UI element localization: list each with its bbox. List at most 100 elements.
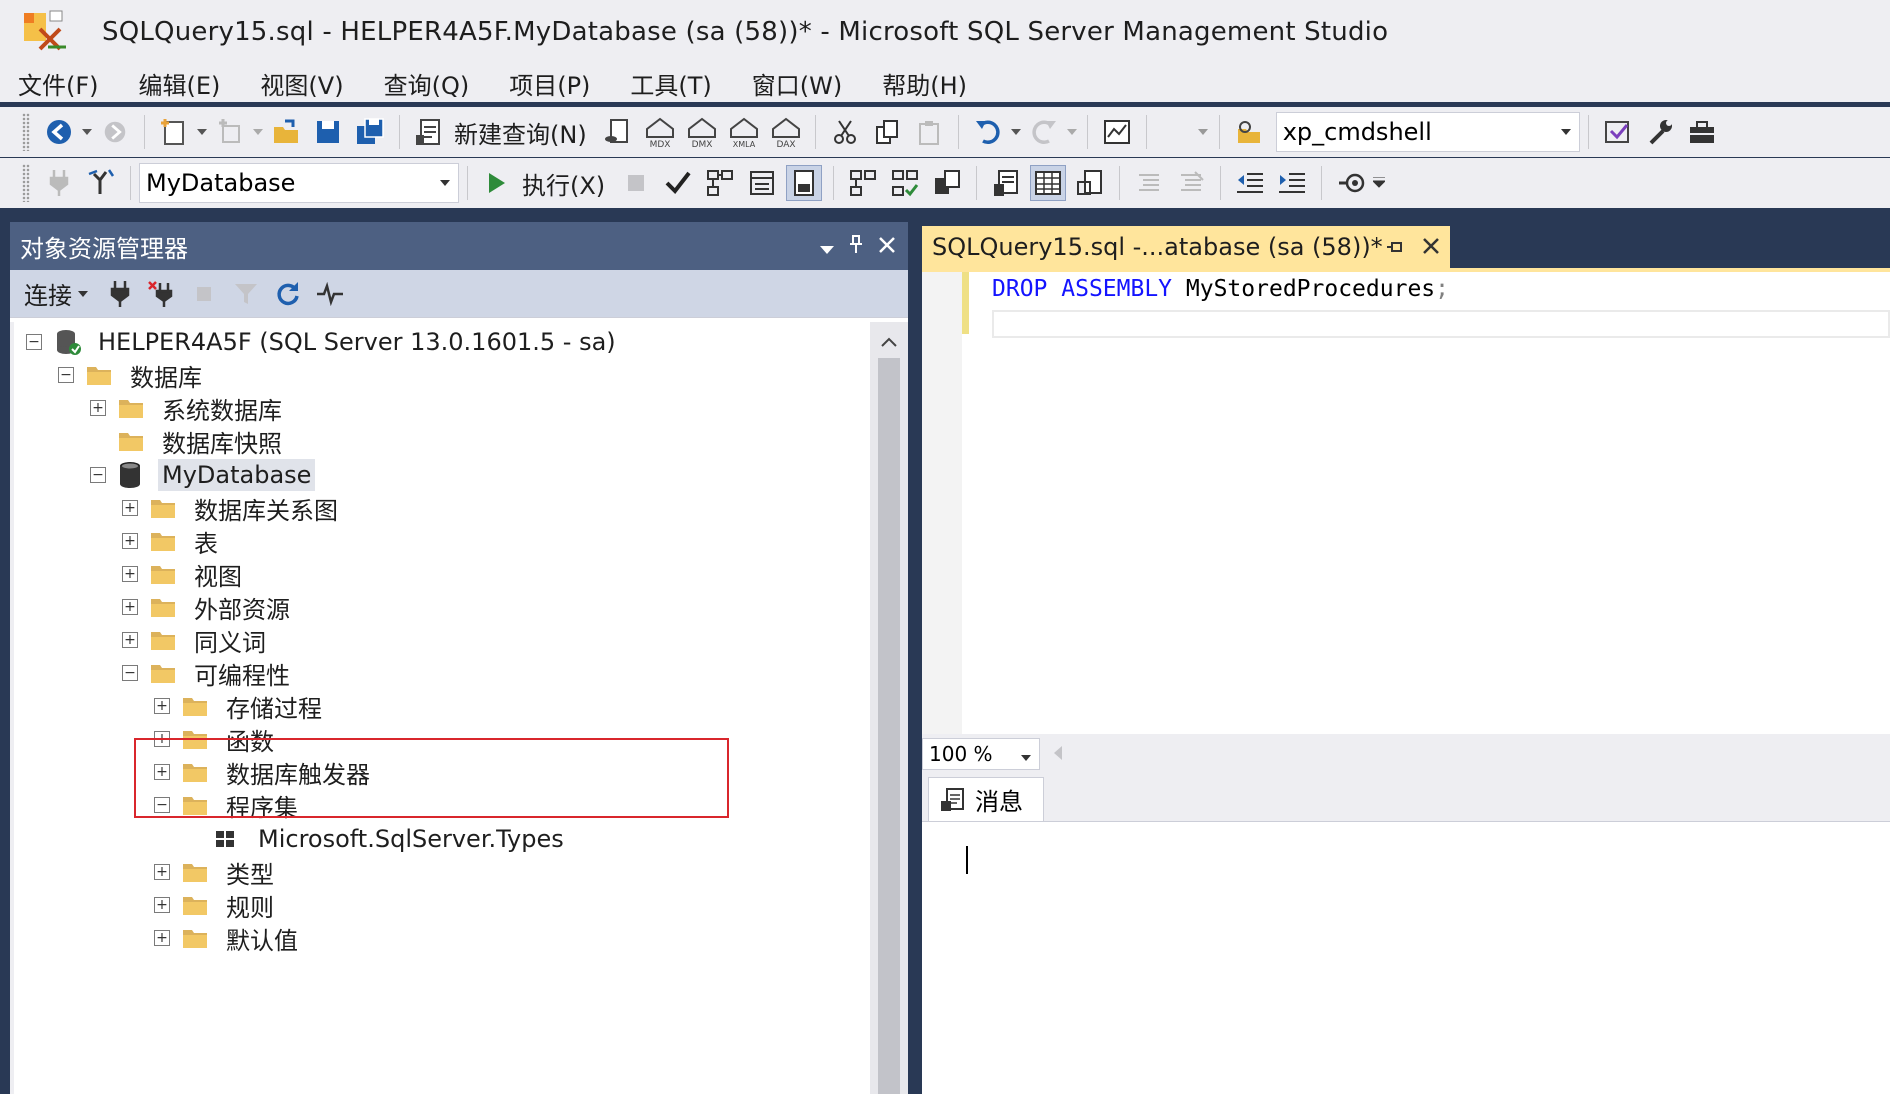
back-icon[interactable] [41, 114, 77, 150]
disconnect-icon[interactable] [144, 276, 180, 312]
menu-window[interactable]: 窗口(W) [752, 66, 842, 101]
toolbar-overflow-icon[interactable] [1372, 165, 1386, 201]
save-all-icon[interactable] [352, 114, 388, 150]
expand-icon[interactable]: + [154, 764, 170, 780]
chevron-down-icon[interactable] [1560, 113, 1571, 151]
zoom-combo[interactable]: 100 % [922, 738, 1040, 770]
toolbox-icon[interactable] [1684, 114, 1720, 150]
expand-icon[interactable]: + [154, 930, 170, 946]
intellisense-enabled-icon[interactable] [786, 165, 823, 201]
comment-out-icon[interactable] [1131, 165, 1167, 201]
live-query-stats-icon[interactable] [887, 165, 923, 201]
close-icon[interactable] [878, 232, 896, 260]
scroll-left-icon[interactable] [1054, 745, 1062, 764]
back-dropdown-icon[interactable] [80, 114, 94, 150]
expand-icon[interactable]: + [122, 533, 138, 549]
include-actual-plan-icon[interactable] [845, 165, 881, 201]
new-project-icon[interactable] [156, 114, 192, 150]
copy-icon[interactable] [869, 114, 905, 150]
expand-icon[interactable]: + [122, 500, 138, 516]
chevron-down-icon[interactable] [440, 164, 450, 202]
cut-icon[interactable] [827, 114, 863, 150]
properties-wrench-icon[interactable] [1642, 114, 1678, 150]
forward-icon[interactable] [97, 114, 133, 150]
expand-icon[interactable]: + [122, 566, 138, 582]
dmx-query-icon[interactable]: DMX [684, 114, 720, 150]
add-item-icon[interactable] [212, 114, 248, 150]
undo-icon[interactable] [970, 114, 1006, 150]
results-to-grid-icon[interactable] [1030, 165, 1067, 201]
results-to-file-icon[interactable] [1072, 165, 1108, 201]
expand-icon[interactable]: + [122, 599, 138, 615]
cancel-query-icon[interactable] [618, 165, 654, 201]
undo-dropdown-icon[interactable] [1009, 114, 1023, 150]
save-icon[interactable] [310, 114, 346, 150]
open-file-icon[interactable] [268, 114, 304, 150]
menu-tools[interactable]: 工具(T) [630, 66, 711, 101]
refresh-icon[interactable] [270, 276, 306, 312]
find-in-files-icon[interactable] [1231, 114, 1267, 150]
collapse-icon[interactable]: − [58, 367, 74, 383]
collapse-icon[interactable]: − [122, 665, 138, 681]
specify-template-values-icon[interactable] [1333, 165, 1369, 201]
toolbar-grip[interactable] [22, 113, 30, 151]
add-item-dropdown-icon[interactable] [251, 114, 265, 150]
tab-sqlquery15[interactable]: SQLQuery15.sql -...atabase (sa (58))* [922, 226, 1450, 268]
available-databases-combo[interactable]: MyDatabase [139, 163, 459, 203]
database-engine-query-icon[interactable] [600, 114, 636, 150]
redo-icon[interactable] [1026, 114, 1062, 150]
code-line[interactable]: DROP ASSEMBLY MyStoredProcedures; [992, 276, 1449, 302]
client-statistics-icon[interactable] [929, 165, 965, 201]
connect-button[interactable]: 连接 [24, 276, 72, 311]
new-project-dropdown-icon[interactable] [195, 114, 209, 150]
pin-tab-icon[interactable] [1386, 233, 1404, 261]
expand-icon[interactable]: + [122, 632, 138, 648]
filter-icon[interactable] [228, 276, 264, 312]
menu-project[interactable]: 项目(P) [509, 66, 590, 101]
collapse-icon[interactable]: − [26, 334, 42, 350]
xmla-query-icon[interactable]: XMLA [726, 114, 762, 150]
solution-explorer-icon[interactable] [1600, 114, 1636, 150]
scrollbar-thumb[interactable] [878, 358, 900, 1094]
scroll-up-icon[interactable] [881, 332, 897, 351]
mdx-query-icon[interactable]: MDX [642, 114, 678, 150]
solution-configuration-dropdown[interactable] [1158, 114, 1208, 150]
close-tab-icon[interactable] [1422, 233, 1440, 261]
stop-icon[interactable] [186, 276, 222, 312]
menu-file[interactable]: 文件(F) [18, 66, 99, 101]
execute-play-icon[interactable] [479, 165, 515, 201]
collapse-icon[interactable]: − [154, 797, 170, 813]
new-query-icon[interactable] [411, 114, 447, 150]
execute-button[interactable]: 执行(X) [522, 166, 605, 201]
decrease-indent-icon[interactable] [1232, 165, 1268, 201]
find-combo[interactable]: xp_cmdshell [1275, 112, 1580, 152]
toolbar-grip[interactable] [22, 164, 30, 202]
menu-query[interactable]: 查询(Q) [384, 66, 470, 101]
parse-checkmark-icon[interactable] [660, 165, 696, 201]
redo-dropdown-icon[interactable] [1065, 114, 1079, 150]
tree-scrollbar[interactable] [870, 322, 908, 1094]
sql-code-editor[interactable]: DROP ASSEMBLY MyStoredProcedures; [922, 272, 1890, 734]
expand-icon[interactable]: + [154, 731, 170, 747]
dax-query-icon[interactable]: DAX [768, 114, 804, 150]
estimated-plan-icon[interactable] [702, 165, 738, 201]
pin-icon[interactable] [848, 232, 864, 260]
paste-icon[interactable] [911, 114, 947, 150]
new-query-button[interactable]: 新建查询(N) [454, 115, 587, 150]
collapse-icon[interactable]: − [90, 467, 106, 483]
menu-edit[interactable]: 编辑(E) [139, 66, 221, 101]
connect-plug-icon[interactable] [102, 276, 138, 312]
query-options-icon[interactable] [744, 165, 780, 201]
expand-icon[interactable]: + [154, 897, 170, 913]
activity-monitor-icon[interactable] [1099, 114, 1135, 150]
uncomment-icon[interactable] [1173, 165, 1209, 201]
connect-icon[interactable] [41, 165, 77, 201]
increase-indent-icon[interactable] [1274, 165, 1310, 201]
window-position-dropdown-icon[interactable] [820, 232, 834, 260]
activity-monitor-pulse-icon[interactable] [312, 276, 348, 312]
chevron-down-icon[interactable] [1021, 739, 1031, 777]
expand-icon[interactable]: + [90, 400, 106, 416]
menu-help[interactable]: 帮助(H) [882, 66, 967, 101]
tab-messages[interactable]: 消息 [928, 777, 1044, 821]
results-to-text-icon[interactable] [988, 165, 1024, 201]
